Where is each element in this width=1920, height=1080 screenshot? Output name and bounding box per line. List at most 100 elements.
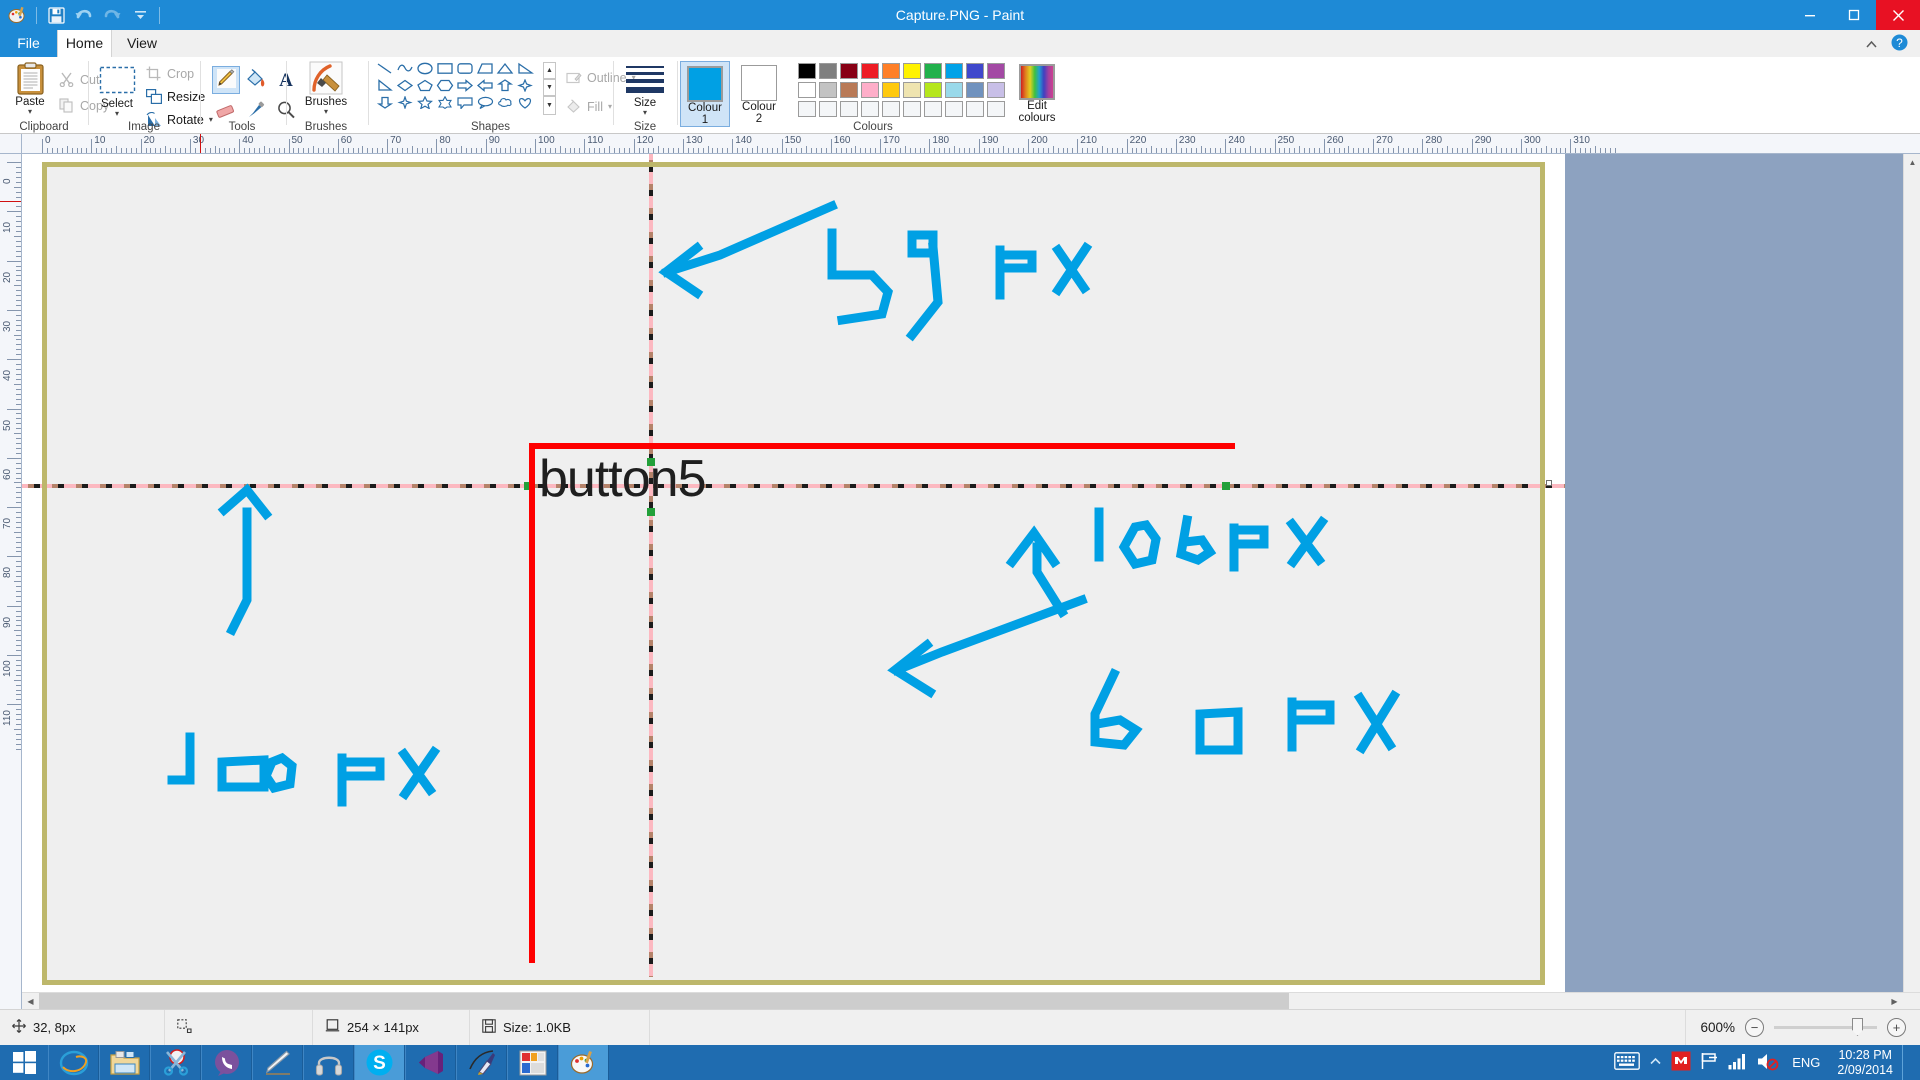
close-button[interactable] xyxy=(1876,0,1920,30)
palette-swatch-r2-c3[interactable] xyxy=(840,82,858,98)
palette-swatch-r2-c6[interactable] xyxy=(903,82,921,98)
fill-tool-button[interactable] xyxy=(242,66,270,94)
palette-swatch-r3-c10[interactable] xyxy=(987,101,1005,117)
taskbar-item-snipping-tool[interactable] xyxy=(150,1045,201,1080)
minimize-button[interactable] xyxy=(1788,0,1832,30)
palette-swatch-r1-c8[interactable] xyxy=(945,63,963,79)
taskbar-item-color-picker-app[interactable] xyxy=(507,1045,558,1080)
minimize-ribbon-icon[interactable] xyxy=(1865,38,1878,53)
shape-four-point-star-icon[interactable] xyxy=(515,78,534,92)
palette-swatch-r2-c4[interactable] xyxy=(861,82,879,98)
language-indicator[interactable]: ENG xyxy=(1788,1055,1824,1070)
taskbar-item-skype[interactable]: S xyxy=(354,1045,405,1080)
palette-swatch-r2-c7[interactable] xyxy=(924,82,942,98)
colour-palette[interactable] xyxy=(798,63,1007,119)
show-hidden-icons-icon[interactable] xyxy=(1649,1056,1662,1070)
palette-swatch-r2-c10[interactable] xyxy=(987,82,1005,98)
shape-right-triangle-icon[interactable] xyxy=(515,61,534,75)
shape-down-arrow-icon[interactable] xyxy=(375,95,394,109)
resize-handle-right[interactable] xyxy=(1546,480,1552,486)
shape-triangle-icon[interactable] xyxy=(495,61,514,75)
zoom-slider[interactable] xyxy=(1774,1018,1877,1036)
scroll-up-arrow[interactable]: ▲ xyxy=(1904,154,1920,171)
vertical-scrollbar[interactable]: ▲ ▼ xyxy=(1903,154,1920,1009)
palette-swatch-r3-c2[interactable] xyxy=(819,101,837,117)
horizontal-scrollbar[interactable]: ◀ ▶ xyxy=(22,992,1920,1009)
shape-polygon-icon[interactable] xyxy=(475,61,494,75)
shape-rectangle-icon[interactable] xyxy=(435,61,454,75)
palette-swatch-r1-c7[interactable] xyxy=(924,63,942,79)
antivirus-icon[interactable] xyxy=(1671,1051,1691,1074)
edit-colours-button[interactable]: Edit colours xyxy=(1010,61,1064,124)
fill-button[interactable]: Fill ▾ xyxy=(565,96,612,117)
show-desktop-button[interactable] xyxy=(1902,1045,1910,1080)
scroll-right-arrow[interactable]: ▶ xyxy=(1886,993,1903,1009)
start-button[interactable] xyxy=(0,1045,48,1080)
shape-curve-icon[interactable] xyxy=(395,61,414,75)
zoom-slider-thumb[interactable] xyxy=(1852,1018,1863,1036)
horizontal-scroll-thumb[interactable] xyxy=(39,993,1289,1009)
shape-five-point-star-icon[interactable] xyxy=(415,95,434,109)
taskbar-item-blend[interactable] xyxy=(456,1045,507,1080)
taskbar-item-internet-explorer[interactable]: e xyxy=(48,1045,99,1080)
palette-swatch-r2-c1[interactable] xyxy=(798,82,816,98)
shape-rounded-callout-icon[interactable] xyxy=(455,95,474,109)
shape-four-point-star-2-icon[interactable] xyxy=(395,95,414,109)
volume-muted-icon[interactable] xyxy=(1757,1052,1779,1074)
palette-swatch-r3-c6[interactable] xyxy=(903,101,921,117)
network-icon[interactable] xyxy=(1700,1052,1719,1073)
help-icon[interactable]: ? xyxy=(1890,33,1910,53)
tab-home[interactable]: Home xyxy=(57,30,112,57)
shape-right-triangle-2-icon[interactable] xyxy=(375,78,394,92)
palette-swatch-r3-c7[interactable] xyxy=(924,101,942,117)
zoom-out-button[interactable]: − xyxy=(1745,1018,1764,1037)
palette-swatch-r2-c8[interactable] xyxy=(945,82,963,98)
select-button[interactable]: Select ▾ xyxy=(91,62,143,118)
shapes-scroll-down-button[interactable]: ▼ xyxy=(543,79,556,96)
resize-button[interactable]: Resize xyxy=(145,86,205,107)
palette-swatch-r1-c9[interactable] xyxy=(966,63,984,79)
palette-swatch-r3-c4[interactable] xyxy=(861,101,879,117)
shape-heart-icon[interactable] xyxy=(515,95,534,109)
tab-view[interactable]: View xyxy=(112,30,172,57)
shape-right-arrow-icon[interactable] xyxy=(455,78,474,92)
shape-rounded-rectangle-icon[interactable] xyxy=(455,61,474,75)
tab-file[interactable]: File xyxy=(0,30,57,57)
brushes-dropdown-arrow[interactable]: ▾ xyxy=(297,108,355,116)
taskbar-item-paint[interactable] xyxy=(558,1045,609,1080)
taskbar-item-file-explorer[interactable] xyxy=(99,1045,150,1080)
shape-six-point-star-icon[interactable] xyxy=(435,95,454,109)
shape-oval-icon[interactable] xyxy=(415,61,434,75)
shape-cloud-callout-icon[interactable] xyxy=(495,95,514,109)
shapes-scroll-up-button[interactable]: ▲ xyxy=(543,62,556,79)
pencil-tool-button[interactable] xyxy=(212,66,240,94)
size-button[interactable]: Size ▾ xyxy=(617,61,673,117)
zoom-in-button[interactable]: + xyxy=(1887,1018,1906,1037)
clock[interactable]: 10:28 PM 2/09/2014 xyxy=(1833,1048,1893,1078)
palette-swatch-r3-c8[interactable] xyxy=(945,101,963,117)
taskbar-item-sketch[interactable] xyxy=(252,1045,303,1080)
palette-swatch-r1-c5[interactable] xyxy=(882,63,900,79)
colour1-button[interactable]: Colour 1 xyxy=(680,61,730,127)
shape-pentagon-icon[interactable] xyxy=(415,78,434,92)
signal-strength-icon[interactable] xyxy=(1728,1052,1748,1073)
taskbar-item-viber[interactable] xyxy=(201,1045,252,1080)
palette-swatch-r1-c6[interactable] xyxy=(903,63,921,79)
size-dropdown-arrow[interactable]: ▾ xyxy=(617,109,673,117)
shape-hexagon-icon[interactable] xyxy=(435,78,454,92)
palette-swatch-r3-c9[interactable] xyxy=(966,101,984,117)
fill-dropdown-arrow[interactable]: ▾ xyxy=(608,102,612,111)
select-dropdown-arrow[interactable]: ▾ xyxy=(91,110,143,118)
palette-swatch-r2-c2[interactable] xyxy=(819,82,837,98)
shape-left-arrow-icon[interactable] xyxy=(475,78,494,92)
colour2-button[interactable]: Colour 2 xyxy=(734,61,784,125)
shapes-expand-button[interactable]: ▼ xyxy=(543,96,556,115)
shape-up-arrow-icon[interactable] xyxy=(495,78,514,92)
palette-swatch-r1-c4[interactable] xyxy=(861,63,879,79)
shape-oval-callout-icon[interactable] xyxy=(475,95,494,109)
palette-swatch-r2-c5[interactable] xyxy=(882,82,900,98)
palette-swatch-r3-c1[interactable] xyxy=(798,101,816,117)
palette-swatch-r1-c3[interactable] xyxy=(840,63,858,79)
crop-button[interactable]: Crop xyxy=(145,63,194,84)
scroll-left-arrow[interactable]: ◀ xyxy=(22,993,39,1009)
